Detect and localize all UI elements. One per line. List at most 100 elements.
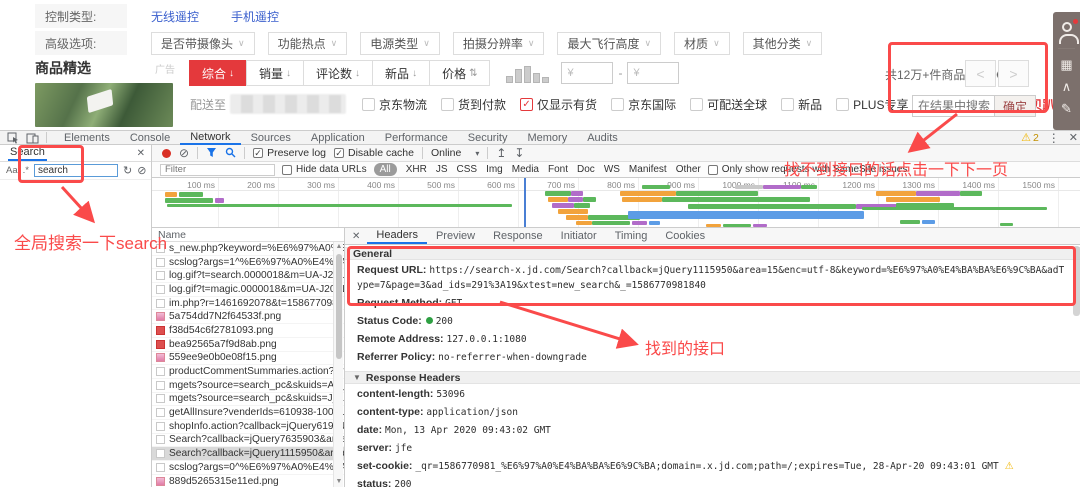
- tab-elements[interactable]: Elements: [54, 131, 120, 145]
- request-row[interactable]: s_new.php?keyword=%E6%97%A0%E4%BA%: [152, 242, 344, 256]
- advanced-option-dropdown[interactable]: 是否带摄像头∨: [151, 32, 255, 55]
- type-filter-manifest[interactable]: Manifest: [629, 164, 667, 175]
- type-filter-media[interactable]: Media: [512, 164, 539, 175]
- details-tab-initiator[interactable]: Initiator: [552, 228, 606, 244]
- type-filter-font[interactable]: Font: [548, 164, 568, 175]
- device-toolbar-icon[interactable]: [26, 132, 39, 144]
- advanced-option-dropdown[interactable]: 拍摄分辨率∨: [453, 32, 545, 55]
- delivery-filter-checkbox[interactable]: PLUS专享: [836, 96, 908, 113]
- request-row[interactable]: log.gif?t=magic.0000018&m=UA-J2011-1&pin: [152, 283, 344, 297]
- search-in-results-input[interactable]: [912, 95, 995, 117]
- details-tab-response[interactable]: Response: [484, 228, 552, 244]
- cart-icon[interactable]: ▦: [1060, 58, 1072, 71]
- price-min-input[interactable]: ¥: [561, 62, 613, 84]
- global-search-input[interactable]: [34, 164, 118, 177]
- advanced-option-dropdown[interactable]: 材质∨: [674, 32, 730, 55]
- sort-button[interactable]: 综合↓: [189, 60, 247, 86]
- request-row[interactable]: 559ee9e0b0e08f15.png: [152, 352, 344, 366]
- tab-memory[interactable]: Memory: [517, 131, 577, 145]
- control-type-option[interactable]: 手机遥控: [231, 8, 279, 25]
- chevron-up-icon[interactable]: ∧: [1062, 80, 1072, 93]
- record-icon[interactable]: [162, 149, 171, 158]
- details-tab-headers[interactable]: Headers: [367, 228, 427, 244]
- tab-sources[interactable]: Sources: [241, 131, 301, 145]
- request-row[interactable]: getAllInsure?venderIds=610938-1000165582…: [152, 406, 344, 420]
- advanced-option-dropdown[interactable]: 其他分类∨: [743, 32, 823, 55]
- samesite-checkbox[interactable]: Only show requests with SameSite issues: [708, 164, 908, 175]
- request-row[interactable]: Search?callback=jQuery7635903&area=15&e: [152, 434, 344, 448]
- match-case-button[interactable]: Aa: [6, 165, 18, 176]
- request-row[interactable]: log.gif?t=search.0000018&m=UA-J2011-1&pi…: [152, 269, 344, 283]
- request-row[interactable]: 889d5265315e11ed.png: [152, 475, 344, 487]
- control-type-option[interactable]: 无线遥控: [151, 8, 199, 25]
- product-image[interactable]: [35, 83, 173, 127]
- type-filter-other[interactable]: Other: [676, 164, 701, 175]
- request-row[interactable]: shopInfo.action?callback=jQuery6191454&i…: [152, 420, 344, 434]
- list-scrollbar[interactable]: ▲ ▼: [333, 242, 343, 487]
- scroll-down-icon[interactable]: ▼: [334, 477, 344, 487]
- next-page-button[interactable]: >: [998, 60, 1029, 87]
- close-details-icon[interactable]: ✕: [352, 231, 360, 242]
- type-filter-ws[interactable]: WS: [604, 164, 620, 175]
- throttling-select[interactable]: Online▾: [431, 147, 479, 159]
- response-headers-section-header[interactable]: ▼ Response Headers: [345, 371, 1080, 384]
- advanced-option-dropdown[interactable]: 最大飞行高度∨: [557, 32, 661, 55]
- disable-cache-checkbox[interactable]: ✓Disable cache: [334, 147, 414, 159]
- details-tab-timing[interactable]: Timing: [606, 228, 657, 244]
- prev-page-button[interactable]: <: [965, 60, 996, 87]
- kebab-menu-icon[interactable]: ⋮: [1048, 131, 1060, 145]
- type-filter-css[interactable]: CSS: [457, 164, 478, 175]
- sort-button[interactable]: 销量↓: [246, 60, 304, 86]
- feedback-pencil-icon[interactable]: ✎: [1061, 102, 1072, 115]
- refresh-icon[interactable]: ↻: [123, 164, 132, 177]
- sort-button[interactable]: 新品↓: [372, 60, 430, 86]
- delivery-address-blurred[interactable]: [230, 94, 346, 114]
- tab-security[interactable]: Security: [458, 131, 518, 145]
- type-filter-js[interactable]: JS: [436, 164, 448, 175]
- type-filter-all[interactable]: All: [374, 163, 397, 176]
- general-section-header[interactable]: General: [345, 247, 1080, 260]
- tab-audits[interactable]: Audits: [577, 131, 628, 145]
- network-filter-input[interactable]: [160, 164, 275, 176]
- tab-application[interactable]: Application: [301, 131, 375, 145]
- close-icon[interactable]: ✕: [137, 148, 145, 159]
- request-row[interactable]: productCommentSummaries.action?reference: [152, 365, 344, 379]
- request-row[interactable]: scslog?args=0^%E6%97%A0%E4%BA%BA%E: [152, 461, 344, 475]
- export-har-icon[interactable]: ↧: [514, 147, 524, 159]
- import-har-icon[interactable]: ↥: [496, 147, 506, 159]
- delivery-filter-checkbox[interactable]: ✓仅显示有货: [520, 96, 597, 113]
- request-row[interactable]: f38d54c6f2781093.png: [152, 324, 344, 338]
- search-icon[interactable]: [225, 147, 236, 160]
- tab-performance[interactable]: Performance: [375, 131, 458, 145]
- details-tab-preview[interactable]: Preview: [427, 228, 484, 244]
- sort-button[interactable]: 价格⇅: [429, 60, 490, 86]
- network-timeline[interactable]: 100 ms200 ms300 ms400 ms500 ms600 ms700 …: [152, 178, 1080, 228]
- regex-button[interactable]: .*: [23, 165, 29, 176]
- sort-button[interactable]: 评论数↓: [303, 60, 373, 86]
- type-filter-xhr[interactable]: XHR: [406, 164, 427, 175]
- delivery-filter-checkbox[interactable]: 可配送全球: [690, 96, 767, 113]
- scroll-up-icon[interactable]: ▲: [334, 242, 344, 252]
- advanced-option-dropdown[interactable]: 功能热点∨: [268, 32, 348, 55]
- scroll-thumb[interactable]: [336, 254, 342, 359]
- request-row[interactable]: mgets?source=search_pc&skuids=J_11241063: [152, 393, 344, 407]
- details-tab-cookies[interactable]: Cookies: [656, 228, 714, 244]
- delivery-filter-checkbox[interactable]: 京东物流: [362, 96, 427, 113]
- request-row[interactable]: im.php?r=1461692078&t=1586770981.32468&: [152, 297, 344, 311]
- devtools-close-icon[interactable]: ✕: [1069, 131, 1078, 144]
- delivery-filter-checkbox[interactable]: 新品: [781, 96, 822, 113]
- request-row[interactable]: Search?callback=jQuery1115950&area=15&e: [152, 447, 344, 461]
- clear-icon[interactable]: ⊘: [137, 164, 146, 177]
- price-histogram-icon[interactable]: [506, 63, 549, 83]
- warnings-indicator[interactable]: ⚠2: [1021, 131, 1039, 144]
- delivery-filter-checkbox[interactable]: 京东国际: [611, 96, 676, 113]
- delivery-filter-checkbox[interactable]: 货到付款: [441, 96, 506, 113]
- request-row[interactable]: 5a754dd7N2f64533f.png: [152, 310, 344, 324]
- advanced-option-dropdown[interactable]: 电源类型∨: [360, 32, 440, 55]
- tab-console[interactable]: Console: [120, 131, 180, 145]
- inspect-icon[interactable]: [7, 132, 19, 144]
- filter-funnel-icon[interactable]: [206, 147, 217, 160]
- type-filter-img[interactable]: Img: [486, 164, 503, 175]
- clear-network-icon[interactable]: ⊘: [179, 147, 189, 159]
- details-scrollbar[interactable]: [1073, 246, 1080, 316]
